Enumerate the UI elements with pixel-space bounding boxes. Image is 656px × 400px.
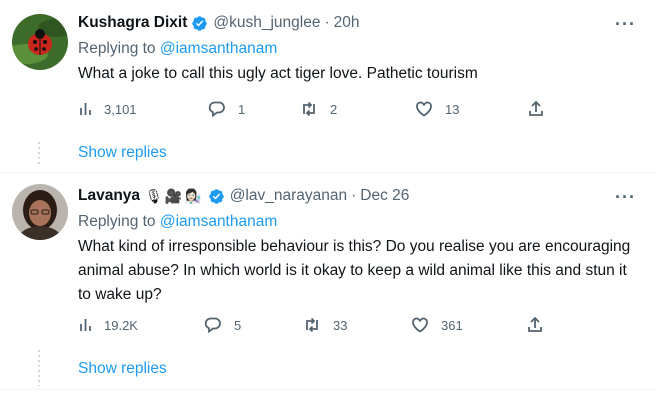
display-name[interactable]: Lavanya xyxy=(78,187,140,205)
replying-to-handle[interactable]: @iamsanthanam xyxy=(160,40,277,57)
tweet-actions: 3,101 1 2 13 xyxy=(78,100,558,122)
timestamp[interactable]: Dec 26 xyxy=(360,187,409,205)
views-count: 3,101 xyxy=(104,101,137,117)
reply-icon xyxy=(208,101,225,118)
like-count: 13 xyxy=(445,101,460,117)
reply-count: 1 xyxy=(238,101,246,117)
retweet-button[interactable]: 2 xyxy=(300,100,337,118)
more-icon[interactable]: ··· xyxy=(615,187,636,208)
profile-photo-avatar xyxy=(12,184,68,240)
timestamp[interactable]: 20h xyxy=(334,14,360,32)
separator-dot: · xyxy=(351,187,357,204)
reply-icon xyxy=(204,317,221,334)
views-count: 19.2K xyxy=(104,317,138,333)
views-icon xyxy=(80,319,91,331)
retweet-button[interactable]: 33 xyxy=(303,316,347,334)
replying-to: Replying to @iamsanthanam xyxy=(78,213,277,231)
show-replies-link[interactable]: Show replies xyxy=(78,144,167,162)
reply-button[interactable]: 1 xyxy=(208,100,245,118)
name-emoji: 🎙🎥👩🏻‍🔬 xyxy=(145,187,204,204)
user-handle[interactable]: @lav_narayanan xyxy=(230,187,347,205)
ladybug-avatar-image xyxy=(12,14,68,70)
separator-dot: · xyxy=(324,14,330,31)
verified-badge-icon xyxy=(191,15,208,32)
tweet-text: What a joke to call this ugly act tiger … xyxy=(78,65,478,82)
views-icon xyxy=(80,103,91,115)
avatar[interactable] xyxy=(12,184,68,240)
replying-to-label: Replying to xyxy=(78,40,160,57)
thread-connector xyxy=(38,350,40,386)
retweet-count: 33 xyxy=(333,317,348,333)
retweet-count: 2 xyxy=(330,101,338,117)
like-count: 361 xyxy=(441,317,463,333)
replying-to-label: Replying to xyxy=(78,213,160,230)
avatar[interactable] xyxy=(12,14,68,70)
divider xyxy=(0,172,656,173)
show-replies-link[interactable]: Show replies xyxy=(78,360,167,378)
display-name[interactable]: Kushagra Dixit xyxy=(78,14,187,32)
like-icon xyxy=(412,317,428,333)
retweet-icon xyxy=(303,101,315,117)
verified-badge-icon xyxy=(208,188,225,205)
reply-count: 5 xyxy=(234,317,242,333)
tweet[interactable]: Kushagra Dixit @kush_junglee · 20h ··· R… xyxy=(0,0,656,140)
retweet-icon xyxy=(306,317,318,333)
views-button[interactable]: 3,101 xyxy=(78,100,137,118)
like-button[interactable]: 13 xyxy=(415,100,459,118)
more-icon[interactable]: ··· xyxy=(615,14,636,35)
divider xyxy=(0,389,656,390)
views-button[interactable]: 19.2K xyxy=(78,316,138,334)
like-icon xyxy=(416,101,432,117)
tweet[interactable]: Lavanya 🎙🎥👩🏻‍🔬 @lav_narayanan · Dec 26 ·… xyxy=(0,174,656,354)
tweet-header: Kushagra Dixit @kush_junglee · 20h xyxy=(78,14,360,32)
share-button[interactable] xyxy=(526,316,544,334)
thread-connector xyxy=(38,142,40,164)
user-handle[interactable]: @kush_junglee xyxy=(213,14,320,32)
replying-to: Replying to @iamsanthanam xyxy=(78,40,277,58)
like-button[interactable]: 361 xyxy=(411,316,463,334)
share-button[interactable] xyxy=(527,100,545,118)
share-icon xyxy=(529,100,543,116)
reply-button[interactable]: 5 xyxy=(204,316,241,334)
share-icon xyxy=(528,316,542,332)
replying-to-handle[interactable]: @iamsanthanam xyxy=(160,213,277,230)
tweet-text: What kind of irresponsible behaviour is … xyxy=(78,238,631,303)
tweet-header: Lavanya 🎙🎥👩🏻‍🔬 @lav_narayanan · Dec 26 xyxy=(78,187,409,205)
tweet-actions: 19.2K 5 33 361 xyxy=(78,316,558,338)
